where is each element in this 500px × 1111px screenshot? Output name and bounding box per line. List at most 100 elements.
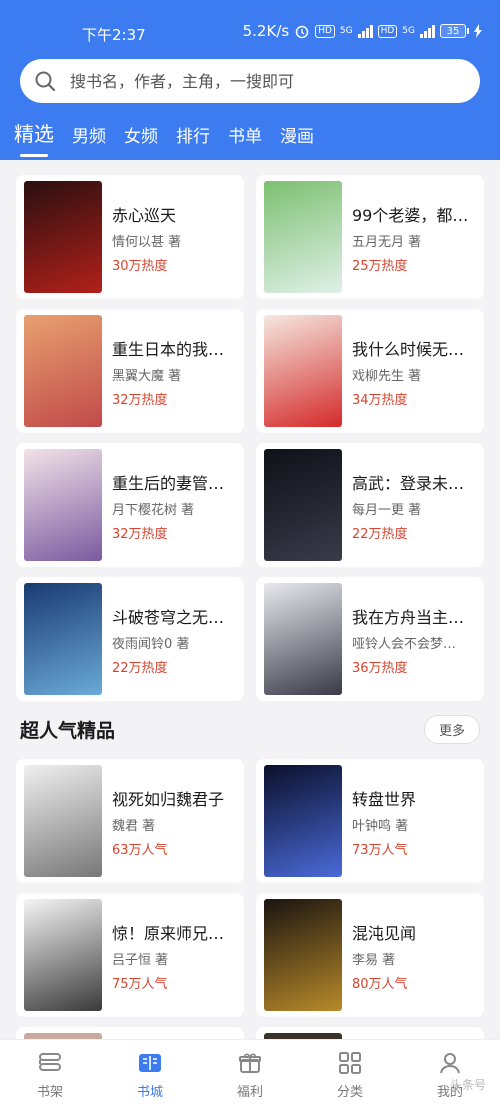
signal-icon-1 xyxy=(357,24,373,38)
book-cover[interactable] xyxy=(24,583,102,695)
book-author: 夜雨闻铃0 著 xyxy=(112,637,190,652)
bottom-nav: 书架 书城 福利 分类 我的 xyxy=(0,1039,500,1111)
book-popularity: 80万人气 xyxy=(352,977,408,992)
tab-female[interactable]: 女频 xyxy=(124,122,158,151)
book-cover[interactable] xyxy=(24,449,102,561)
book-cover[interactable] xyxy=(24,765,102,877)
search-input[interactable] xyxy=(70,71,460,91)
book-title: 惊！原来师兄… xyxy=(112,924,225,943)
book-heat: 22万热度 xyxy=(112,661,168,676)
book-cover[interactable] xyxy=(24,315,102,427)
book-title: 重生日本的我… xyxy=(112,340,225,359)
hd-badge-1: HD xyxy=(315,24,335,38)
search-bar[interactable] xyxy=(20,59,480,103)
network-5g-badge-2: 5G xyxy=(402,25,415,36)
book-cover[interactable] xyxy=(264,765,342,877)
status-bar: 下午2:37 5.2K/s HD 5G HD 5G 35 xyxy=(0,0,500,62)
book-title: 高武：登录未… xyxy=(352,474,465,493)
book-card[interactable]: 我什么时候无… 戏柳先生 著 34万热度 xyxy=(256,309,484,433)
book-heat: 36万热度 xyxy=(352,661,408,676)
book-cover[interactable] xyxy=(264,583,342,695)
battery-level: 35 xyxy=(440,24,466,38)
book-grid: 赤心巡天情何以甚 著 30万热度 99个老婆，都… 五月无月 著 25万热度 重生日本… xyxy=(16,175,484,701)
book-cover[interactable] xyxy=(264,315,342,427)
book-popularity: 75万人气 xyxy=(112,977,168,992)
alarm-icon xyxy=(295,25,309,39)
book-card[interactable]: 高武：登录未… 每月一更 著 22万热度 xyxy=(256,443,484,567)
book-popularity: 63万人气 xyxy=(112,843,168,858)
battery-icon: 35 xyxy=(440,24,469,38)
book-author: 李易 著 xyxy=(352,953,396,968)
book-author: 哑铃人会不会梦… xyxy=(352,637,457,652)
gift-icon xyxy=(239,1053,261,1073)
book-card[interactable]: 重生日本的我… 黑翼大魔 著 32万热度 xyxy=(16,309,244,433)
book-title: 99个老婆，都… xyxy=(352,206,469,225)
book-title: 重生后的妻管… xyxy=(112,474,225,493)
book-heat: 32万热度 xyxy=(112,527,168,542)
section-header: 超人气精品 更多 xyxy=(20,713,480,745)
nav-bookstore[interactable]: 书城 xyxy=(100,1040,200,1111)
network-speed: 5.2K/s xyxy=(242,22,290,40)
book-cover[interactable] xyxy=(24,181,102,293)
book-card[interactable]: 赤心巡天情何以甚 著 30万热度 xyxy=(16,175,244,299)
book-heat: 30万热度 xyxy=(112,259,168,274)
section-title: 超人气精品 xyxy=(20,719,116,742)
nav-label: 书架 xyxy=(36,1085,63,1100)
book-cover[interactable] xyxy=(24,899,102,1011)
book-title: 视死如归魏君子 xyxy=(112,790,225,809)
book-card[interactable]: 混沌见闻李易 著 80万人气 xyxy=(256,893,484,1017)
book-author: 五月无月 著 xyxy=(352,235,422,250)
book-author: 黑翼大魔 著 xyxy=(112,369,182,384)
book-cover[interactable] xyxy=(264,449,342,561)
book-title: 斗破苍穹之无… xyxy=(112,608,225,627)
status-time: 下午2:37 xyxy=(82,26,146,44)
book-card[interactable]: 惊！原来师兄… 吕子恒 著 75万人气 xyxy=(16,893,244,1017)
signal-icon-2 xyxy=(420,24,435,38)
book-card[interactable]: 视死如归魏君子魏君 著 63万人气 xyxy=(16,759,244,883)
book-author: 吕子恒 著 xyxy=(112,953,169,968)
book-open-icon xyxy=(139,1054,161,1072)
status-indicators: 5.2K/s HD 5G HD 5G 35 xyxy=(243,22,482,40)
book-card[interactable]: 99个老婆，都… 五月无月 著 25万热度 xyxy=(256,175,484,299)
nav-bookshelf[interactable]: 书架 xyxy=(0,1040,100,1111)
book-author: 魏君 著 xyxy=(112,819,156,834)
nav-categories[interactable]: 分类 xyxy=(300,1040,400,1111)
book-card[interactable]: 转盘世界 叶钟鸣 著 73万人气 xyxy=(256,759,484,883)
nav-label: 分类 xyxy=(336,1085,363,1100)
nav-label: 书城 xyxy=(136,1085,163,1100)
search-icon xyxy=(20,70,70,92)
watermark: 头条号 xyxy=(449,1078,486,1092)
book-author: 叶钟鸣 著 xyxy=(352,819,409,834)
book-author: 戏柳先生 著 xyxy=(352,369,422,384)
more-button[interactable]: 更多 xyxy=(423,714,480,744)
book-author: 情何以甚 著 xyxy=(112,235,182,250)
user-icon xyxy=(440,1053,460,1074)
book-heat: 34万热度 xyxy=(352,393,408,408)
tab-ranking[interactable]: 排行 xyxy=(176,122,210,151)
book-card[interactable]: 重生后的妻管… 月下樱花树 著 32万热度 xyxy=(16,443,244,567)
book-heat: 25万热度 xyxy=(352,259,408,274)
book-title: 我什么时候无… xyxy=(352,340,465,359)
tab-male[interactable]: 男频 xyxy=(72,122,106,151)
hd-badge-2: HD xyxy=(377,24,398,38)
tab-comics[interactable]: 漫画 xyxy=(280,122,314,151)
book-title: 混沌见闻 xyxy=(352,924,417,943)
bookshelf-icon xyxy=(39,1053,61,1071)
nav-benefits[interactable]: 福利 xyxy=(200,1040,300,1111)
book-author: 每月一更 著 xyxy=(352,503,422,518)
book-title: 赤心巡天 xyxy=(112,206,177,225)
tab-featured[interactable]: 精选 xyxy=(14,118,54,157)
book-cover[interactable] xyxy=(264,899,342,1011)
book-title: 我在方舟当主… xyxy=(352,608,465,627)
book-card[interactable]: 斗破苍穹之无… 夜雨闻铃0 著 22万热度 xyxy=(16,577,244,701)
app-header: 下午2:37 5.2K/s HD 5G HD 5G 35 精选 男频 女频 排行… xyxy=(0,0,500,160)
book-heat: 32万热度 xyxy=(112,393,168,408)
book-title: 转盘世界 xyxy=(352,790,417,809)
book-cover[interactable] xyxy=(264,181,342,293)
charging-icon xyxy=(474,24,482,38)
book-card[interactable]: 我在方舟当主… 哑铃人会不会梦… 36万热度 xyxy=(256,577,484,701)
category-tabs: 精选 男频 女频 排行 书单 漫画 xyxy=(14,118,314,157)
book-heat: 22万热度 xyxy=(352,527,408,542)
tab-booklist[interactable]: 书单 xyxy=(228,122,262,151)
nav-label: 福利 xyxy=(236,1085,263,1100)
